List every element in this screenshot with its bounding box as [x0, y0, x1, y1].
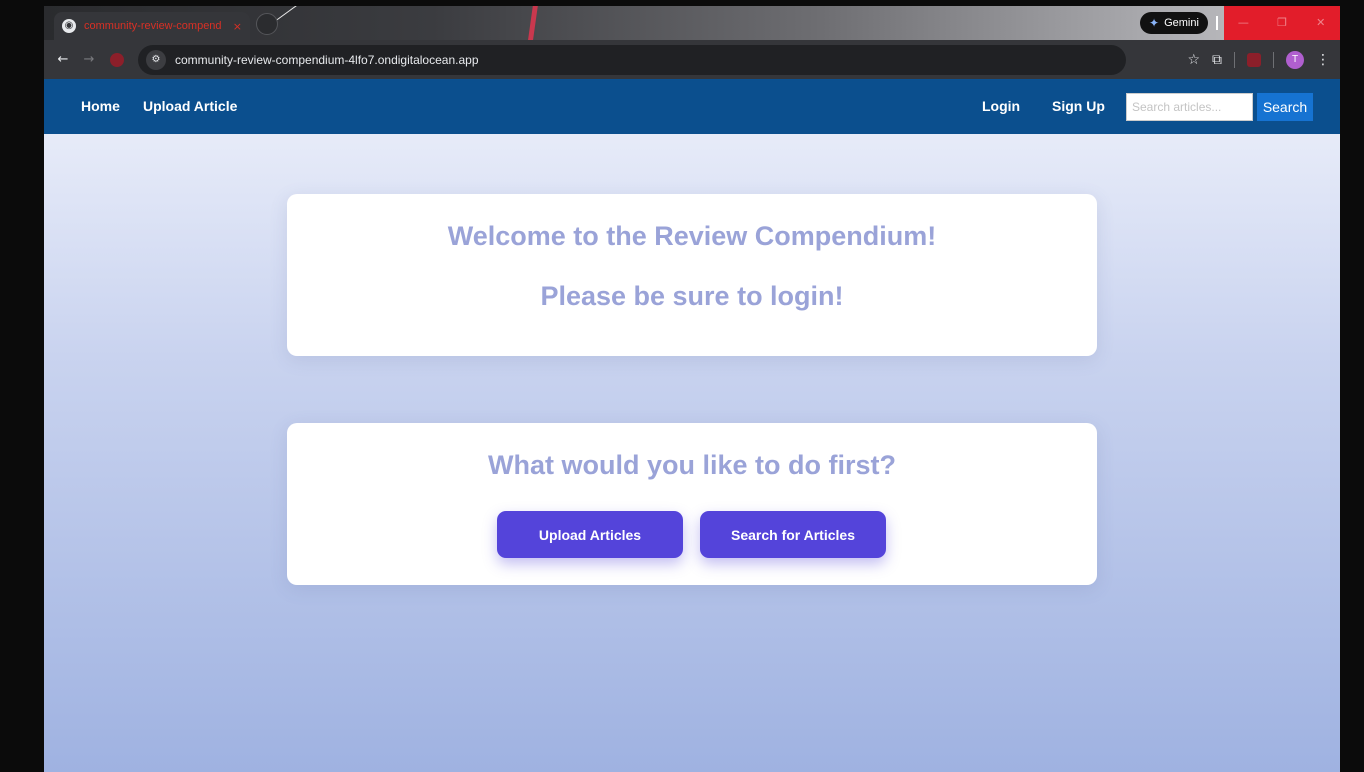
site-info-icon[interactable]: ⚙ — [146, 49, 166, 70]
gemini-button[interactable]: ✦ Gemini — [1140, 12, 1208, 34]
sparkle-icon: ✦ — [1149, 16, 1160, 30]
login-reminder-heading: Please be sure to login! — [540, 281, 844, 311]
browser-window: ◉ community-review-compend × ✦ Gemini — … — [44, 6, 1340, 772]
bookmark-star-icon[interactable]: ☆ — [1187, 52, 1200, 68]
nav-sign-up-link[interactable]: Sign Up — [1052, 79, 1105, 134]
search-button[interactable]: Search — [1257, 93, 1313, 121]
nav-upload-article-link[interactable]: Upload Article — [143, 79, 237, 134]
tab-strip-separator — [1216, 16, 1218, 30]
reload-icon[interactable] — [110, 52, 124, 67]
tab-strip: ◉ community-review-compend × ✦ Gemini — … — [44, 6, 1340, 46]
search-for-articles-button[interactable]: Search for Articles — [700, 511, 886, 558]
nav-login-link[interactable]: Login — [982, 79, 1020, 134]
web-page: Home Upload Article Login Sign Up Search… — [44, 79, 1340, 772]
minimize-icon[interactable]: — — [1224, 6, 1263, 40]
extensions-icon[interactable]: ⧉ — [1212, 52, 1222, 68]
menu-kebab-icon[interactable]: ⋮ — [1316, 52, 1330, 68]
back-arrow-icon[interactable]: ← — [50, 52, 76, 67]
upload-articles-button[interactable]: Upload Articles — [497, 511, 683, 558]
restore-icon[interactable]: ❐ — [1263, 6, 1302, 40]
close-tab-icon[interactable]: × — [233, 20, 242, 33]
tab-title: community-review-compend — [84, 20, 222, 32]
close-window-icon[interactable]: ✕ — [1301, 6, 1340, 40]
gemini-label: Gemini — [1164, 17, 1199, 29]
address-bar[interactable]: ⚙ community-review-compendium-4lfo7.ondi… — [138, 44, 1126, 75]
new-tab-button[interactable] — [256, 13, 278, 35]
welcome-card: Welcome to the Review Compendium! Please… — [287, 194, 1097, 356]
toolbar-separator — [1234, 51, 1235, 68]
search-articles-input[interactable] — [1126, 93, 1253, 121]
extension-icon[interactable] — [1247, 52, 1261, 67]
site-navbar: Home Upload Article Login Sign Up Search — [44, 79, 1340, 134]
actions-heading: What would you like to do first? — [488, 450, 896, 480]
welcome-heading: Welcome to the Review Compendium! — [447, 221, 937, 251]
url-text[interactable]: community-review-compendium-4lfo7.ondigi… — [175, 53, 479, 67]
nav-home-link[interactable]: Home — [81, 79, 120, 134]
forward-arrow-icon[interactable]: → — [76, 52, 102, 67]
background-line — [275, 6, 329, 21]
window-controls: — ❐ ✕ — [1224, 6, 1340, 40]
browser-toolbar: ← → ⚙ community-review-compendium-4lfo7.… — [44, 40, 1340, 79]
actions-card: What would you like to do first? Upload … — [287, 423, 1097, 585]
toolbar-separator — [1273, 51, 1274, 68]
toolbar-actions: ☆ ⧉ T ⋮ — [1187, 40, 1330, 79]
browser-tab[interactable]: ◉ community-review-compend × — [54, 12, 250, 40]
globe-icon: ◉ — [62, 19, 76, 33]
profile-avatar[interactable]: T — [1286, 50, 1304, 69]
